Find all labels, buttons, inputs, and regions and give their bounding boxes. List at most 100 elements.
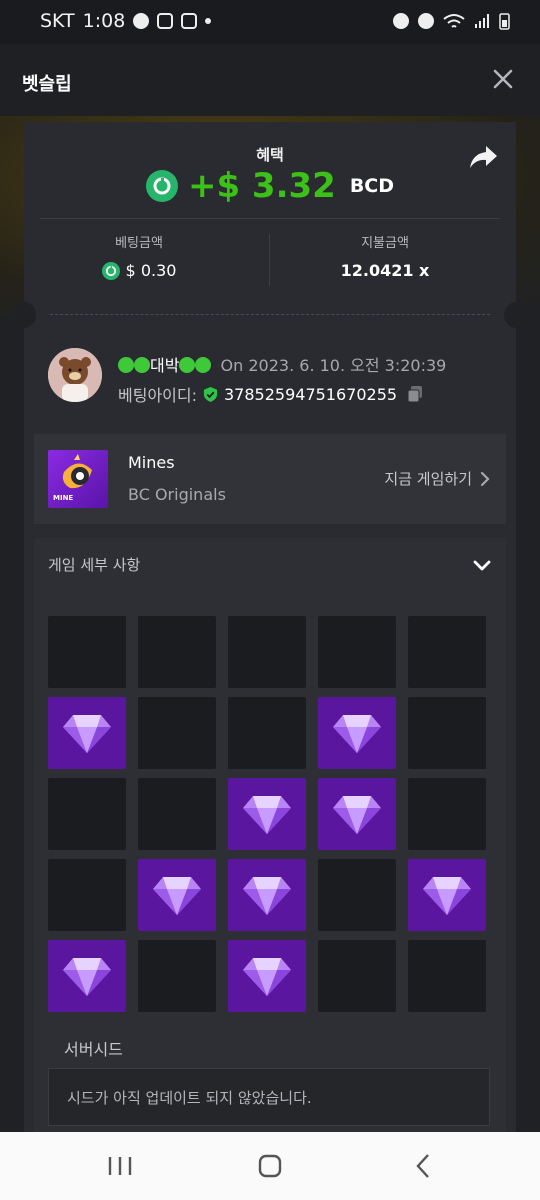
notification-app-icon (157, 13, 174, 29)
server-seed-field[interactable]: 시드가 아직 업데이트 되지 않았습니다. (48, 1068, 490, 1126)
bet-slip-content[interactable]: 혜택 +$ 3.32 BCD 베팅금액 $ 0.30 지불금액 12.0421 … (0, 116, 540, 1132)
empty-tile (138, 697, 216, 769)
alarm-icon (393, 13, 409, 29)
diamond-icon (151, 873, 203, 917)
payout-label: 지불금액 (361, 236, 409, 251)
verified-shield-icon (203, 386, 218, 402)
empty-tile (138, 940, 216, 1012)
chevron-right-icon (480, 471, 490, 486)
game-provider: BC Originals (128, 485, 226, 504)
server-seed-value: 시드가 아직 업데이트 되지 않았습니다. (67, 1089, 312, 1107)
empty-tile (138, 616, 216, 688)
gem-tile (48, 940, 126, 1012)
gem-tile (408, 859, 486, 931)
bet-id-value: 37852594751670255 (224, 384, 398, 404)
play-now-label: 지금 게임하기 (384, 470, 472, 488)
green-circle-icon (179, 357, 196, 373)
diamond-icon (331, 711, 383, 755)
empty-tile (48, 859, 126, 931)
diamond-icon (331, 792, 383, 836)
carrier-label: SKT (40, 10, 75, 32)
status-bar: SKT 1:08 (0, 0, 540, 44)
bcd-coin-icon (145, 170, 178, 202)
play-now-link[interactable]: 지금 게임하기 (384, 468, 490, 489)
mines-grid (48, 616, 488, 1016)
benefit-label: 혜택 (256, 146, 284, 164)
copy-icon[interactable] (406, 385, 424, 403)
currency-label: BCD (349, 175, 395, 197)
more-notifications-icon (205, 18, 212, 24)
empty-tile (408, 778, 486, 850)
gem-tile (228, 859, 306, 931)
server-seed-label: 서버시드 (64, 1040, 123, 1059)
game-info: MINE Mines BC Originals 지금 게임하기 (34, 434, 506, 524)
bet-time: On 2023. 6. 10. 오전 3:20:39 (220, 356, 447, 375)
diamond-icon (421, 873, 473, 917)
game-details-panel: 게임 세부 사항 서버시드 시드가 아직 업데이트 되지 않았습니다. (34, 538, 506, 1132)
empty-tile (408, 940, 486, 1012)
empty-tile (48, 616, 126, 688)
bcd-coin-icon (101, 261, 120, 280)
gem-tile (318, 778, 396, 850)
diamond-icon (61, 954, 113, 998)
notification-c-icon (133, 13, 150, 29)
location-icon (418, 13, 434, 29)
game-name: Mines (128, 453, 175, 472)
profit-row: +$ 3.32 BCD (24, 166, 516, 206)
ticket-notch-right (504, 302, 528, 328)
gem-tile (228, 778, 306, 850)
profit-value: +$ 3.32 (187, 166, 336, 206)
bet-id-line: 베팅아이디: 37852594751670255 (118, 382, 424, 406)
game-details-title: 게임 세부 사항 (48, 556, 141, 574)
username: 대박 (150, 356, 180, 375)
diamond-icon (241, 792, 293, 836)
empty-tile (228, 616, 306, 688)
wifi-icon (443, 14, 465, 28)
bet-id-label: 베팅아이디: (118, 386, 197, 405)
mines-game-thumbnail[interactable]: MINE (48, 450, 108, 508)
empty-tile (318, 940, 396, 1012)
page-title: 벳슬립 (22, 74, 72, 95)
divider (40, 218, 500, 219)
green-circle-icon (134, 357, 150, 373)
empty-tile (408, 616, 486, 688)
chevron-down-icon[interactable] (472, 556, 492, 576)
gem-tile (228, 940, 306, 1012)
gem-tile (138, 859, 216, 931)
app-bar: 벳슬립 (0, 44, 540, 116)
thumbnail-label: MINE (53, 494, 74, 502)
avatar[interactable] (48, 348, 102, 402)
dashed-separator (50, 314, 490, 315)
payout-stat: 지불금액 12.0421 x (270, 232, 500, 280)
bet-slip-card: 혜택 +$ 3.32 BCD 베팅금액 $ 0.30 지불금액 12.0421 … (12, 122, 528, 1132)
notification-bird-icon (181, 13, 198, 29)
empty-tile (408, 697, 486, 769)
empty-tile (228, 697, 306, 769)
bet-amount-value: $ 0.30 (125, 261, 177, 280)
bet-user-line: 대박 On 2023. 6. 10. 오전 3:20:39 (118, 352, 446, 376)
bet-amount-label: 베팅금액 (115, 236, 163, 251)
back-icon[interactable] (404, 1152, 444, 1180)
bet-amount-stat: 베팅금액 $ 0.30 (24, 232, 254, 280)
empty-tile (48, 778, 126, 850)
diamond-icon (241, 873, 293, 917)
empty-tile (318, 859, 396, 931)
close-icon[interactable] (490, 66, 516, 92)
system-navigation-bar (0, 1132, 540, 1200)
green-circle-icon (195, 357, 212, 373)
home-icon[interactable] (250, 1152, 290, 1180)
payout-value: 12.0421 x (340, 261, 430, 280)
ticket-notch-left (12, 302, 36, 328)
empty-tile (138, 778, 216, 850)
green-circle-icon (118, 357, 134, 373)
diamond-icon (241, 954, 293, 998)
bet-user-row: 대박 On 2023. 6. 10. 오전 3:20:39 베팅아이디: 378… (48, 348, 500, 408)
signal-icon (475, 14, 489, 28)
battery-icon (499, 13, 510, 30)
gem-tile (318, 697, 396, 769)
empty-tile (318, 616, 396, 688)
clock: 1:08 (82, 10, 126, 32)
recent-apps-icon[interactable] (100, 1152, 140, 1180)
gem-tile (48, 697, 126, 769)
diamond-icon (61, 711, 113, 755)
